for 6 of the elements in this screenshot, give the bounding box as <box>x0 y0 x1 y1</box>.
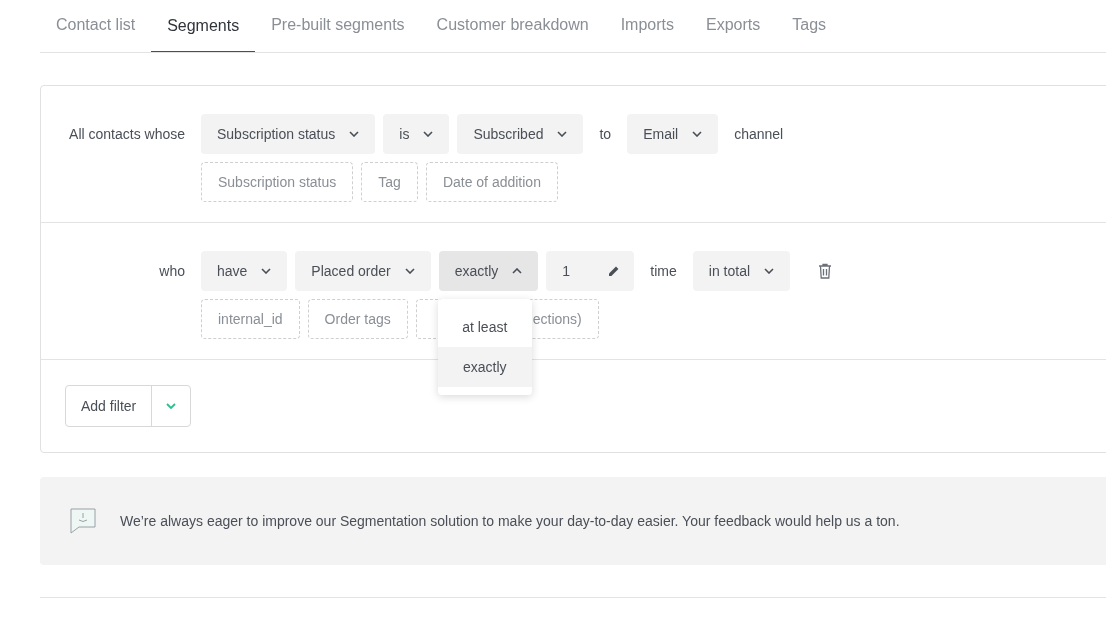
filter-label: All contacts whose <box>68 125 185 144</box>
filter-word: to <box>598 125 613 144</box>
filter-word: time <box>649 262 678 281</box>
feedback-text: We’re always eager to improve our Segmentation solution to make your day-to-day easier. Your feedback would help us a ton. <box>120 513 900 529</box>
filter-label: who <box>158 262 185 281</box>
filter-word: channel <box>733 125 785 144</box>
